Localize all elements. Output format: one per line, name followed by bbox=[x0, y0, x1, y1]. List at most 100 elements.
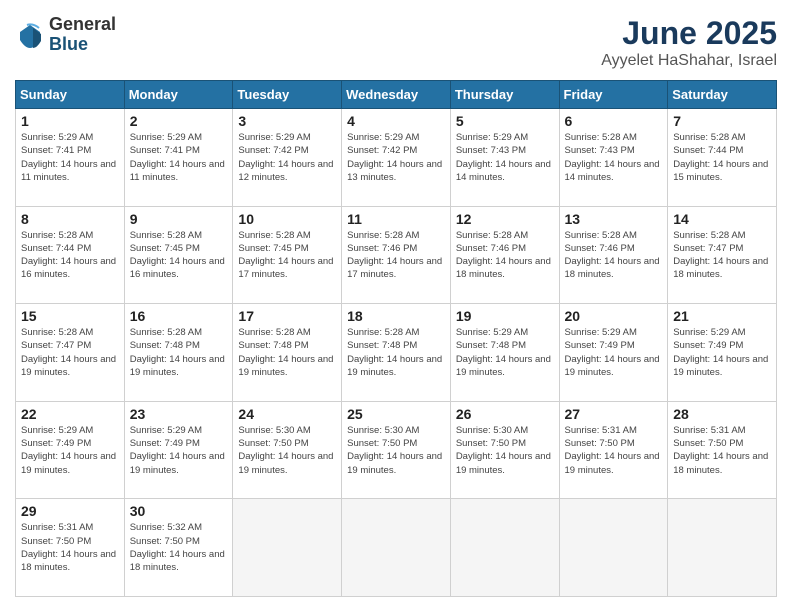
table-row: 17 Sunrise: 5:28 AMSunset: 7:48 PMDaylig… bbox=[233, 304, 342, 402]
col-monday: Monday bbox=[124, 81, 233, 109]
logo-icon bbox=[15, 20, 45, 50]
day-info: Sunrise: 5:30 AMSunset: 7:50 PMDaylight:… bbox=[238, 425, 333, 476]
day-info: Sunrise: 5:29 AMSunset: 7:49 PMDaylight:… bbox=[21, 425, 116, 476]
table-row: 22 Sunrise: 5:29 AMSunset: 7:49 PMDaylig… bbox=[16, 401, 125, 499]
day-number: 16 bbox=[130, 308, 228, 324]
day-number: 19 bbox=[456, 308, 554, 324]
day-number: 1 bbox=[21, 113, 119, 129]
day-info: Sunrise: 5:28 AMSunset: 7:45 PMDaylight:… bbox=[130, 230, 225, 281]
day-number: 17 bbox=[238, 308, 336, 324]
day-info: Sunrise: 5:28 AMSunset: 7:47 PMDaylight:… bbox=[673, 230, 768, 281]
table-row bbox=[559, 499, 668, 597]
day-number: 9 bbox=[130, 211, 228, 227]
table-row: 30 Sunrise: 5:32 AMSunset: 7:50 PMDaylig… bbox=[124, 499, 233, 597]
table-row: 27 Sunrise: 5:31 AMSunset: 7:50 PMDaylig… bbox=[559, 401, 668, 499]
day-info: Sunrise: 5:28 AMSunset: 7:44 PMDaylight:… bbox=[21, 230, 116, 281]
day-number: 24 bbox=[238, 406, 336, 422]
table-row: 24 Sunrise: 5:30 AMSunset: 7:50 PMDaylig… bbox=[233, 401, 342, 499]
day-number: 13 bbox=[565, 211, 663, 227]
table-row: 15 Sunrise: 5:28 AMSunset: 7:47 PMDaylig… bbox=[16, 304, 125, 402]
col-thursday: Thursday bbox=[450, 81, 559, 109]
table-row: 8 Sunrise: 5:28 AMSunset: 7:44 PMDayligh… bbox=[16, 206, 125, 304]
header: General Blue June 2025 Ayyelet HaShahar,… bbox=[15, 15, 777, 70]
table-row: 14 Sunrise: 5:28 AMSunset: 7:47 PMDaylig… bbox=[668, 206, 777, 304]
day-number: 29 bbox=[21, 503, 119, 519]
day-info: Sunrise: 5:29 AMSunset: 7:42 PMDaylight:… bbox=[238, 132, 333, 183]
logo-text: General Blue bbox=[49, 15, 116, 55]
day-info: Sunrise: 5:31 AMSunset: 7:50 PMDaylight:… bbox=[21, 522, 116, 573]
table-row: 10 Sunrise: 5:28 AMSunset: 7:45 PMDaylig… bbox=[233, 206, 342, 304]
day-info: Sunrise: 5:28 AMSunset: 7:46 PMDaylight:… bbox=[565, 230, 660, 281]
table-row: 5 Sunrise: 5:29 AMSunset: 7:43 PMDayligh… bbox=[450, 109, 559, 207]
page: General Blue June 2025 Ayyelet HaShahar,… bbox=[0, 0, 792, 612]
calendar-table: Sunday Monday Tuesday Wednesday Thursday… bbox=[15, 80, 777, 597]
col-sunday: Sunday bbox=[16, 81, 125, 109]
day-info: Sunrise: 5:28 AMSunset: 7:48 PMDaylight:… bbox=[238, 327, 333, 378]
logo-blue-text: Blue bbox=[49, 35, 116, 55]
day-info: Sunrise: 5:28 AMSunset: 7:48 PMDaylight:… bbox=[347, 327, 442, 378]
day-info: Sunrise: 5:30 AMSunset: 7:50 PMDaylight:… bbox=[456, 425, 551, 476]
day-info: Sunrise: 5:28 AMSunset: 7:48 PMDaylight:… bbox=[130, 327, 225, 378]
day-number: 8 bbox=[21, 211, 119, 227]
day-info: Sunrise: 5:29 AMSunset: 7:42 PMDaylight:… bbox=[347, 132, 442, 183]
col-tuesday: Tuesday bbox=[233, 81, 342, 109]
day-number: 30 bbox=[130, 503, 228, 519]
day-info: Sunrise: 5:28 AMSunset: 7:46 PMDaylight:… bbox=[456, 230, 551, 281]
day-info: Sunrise: 5:31 AMSunset: 7:50 PMDaylight:… bbox=[673, 425, 768, 476]
day-number: 4 bbox=[347, 113, 445, 129]
day-info: Sunrise: 5:29 AMSunset: 7:49 PMDaylight:… bbox=[130, 425, 225, 476]
day-info: Sunrise: 5:29 AMSunset: 7:41 PMDaylight:… bbox=[130, 132, 225, 183]
table-row: 12 Sunrise: 5:28 AMSunset: 7:46 PMDaylig… bbox=[450, 206, 559, 304]
day-info: Sunrise: 5:28 AMSunset: 7:47 PMDaylight:… bbox=[21, 327, 116, 378]
table-row: 21 Sunrise: 5:29 AMSunset: 7:49 PMDaylig… bbox=[668, 304, 777, 402]
day-number: 23 bbox=[130, 406, 228, 422]
table-row: 3 Sunrise: 5:29 AMSunset: 7:42 PMDayligh… bbox=[233, 109, 342, 207]
day-number: 3 bbox=[238, 113, 336, 129]
table-row bbox=[668, 499, 777, 597]
month-title: June 2025 bbox=[601, 15, 777, 52]
col-friday: Friday bbox=[559, 81, 668, 109]
location: Ayyelet HaShahar, Israel bbox=[601, 52, 777, 70]
day-number: 5 bbox=[456, 113, 554, 129]
table-row: 16 Sunrise: 5:28 AMSunset: 7:48 PMDaylig… bbox=[124, 304, 233, 402]
day-info: Sunrise: 5:28 AMSunset: 7:44 PMDaylight:… bbox=[673, 132, 768, 183]
day-info: Sunrise: 5:29 AMSunset: 7:49 PMDaylight:… bbox=[673, 327, 768, 378]
calendar-week-row: 8 Sunrise: 5:28 AMSunset: 7:44 PMDayligh… bbox=[16, 206, 777, 304]
calendar-week-row: 1 Sunrise: 5:29 AMSunset: 7:41 PMDayligh… bbox=[16, 109, 777, 207]
logo-general-text: General bbox=[49, 15, 116, 35]
day-info: Sunrise: 5:29 AMSunset: 7:48 PMDaylight:… bbox=[456, 327, 551, 378]
table-row bbox=[450, 499, 559, 597]
table-row: 13 Sunrise: 5:28 AMSunset: 7:46 PMDaylig… bbox=[559, 206, 668, 304]
table-row: 11 Sunrise: 5:28 AMSunset: 7:46 PMDaylig… bbox=[342, 206, 451, 304]
table-row bbox=[233, 499, 342, 597]
table-row: 9 Sunrise: 5:28 AMSunset: 7:45 PMDayligh… bbox=[124, 206, 233, 304]
day-info: Sunrise: 5:30 AMSunset: 7:50 PMDaylight:… bbox=[347, 425, 442, 476]
day-number: 22 bbox=[21, 406, 119, 422]
table-row: 26 Sunrise: 5:30 AMSunset: 7:50 PMDaylig… bbox=[450, 401, 559, 499]
day-info: Sunrise: 5:28 AMSunset: 7:43 PMDaylight:… bbox=[565, 132, 660, 183]
table-row: 28 Sunrise: 5:31 AMSunset: 7:50 PMDaylig… bbox=[668, 401, 777, 499]
table-row: 18 Sunrise: 5:28 AMSunset: 7:48 PMDaylig… bbox=[342, 304, 451, 402]
day-number: 28 bbox=[673, 406, 771, 422]
table-row: 7 Sunrise: 5:28 AMSunset: 7:44 PMDayligh… bbox=[668, 109, 777, 207]
table-row: 25 Sunrise: 5:30 AMSunset: 7:50 PMDaylig… bbox=[342, 401, 451, 499]
table-row bbox=[342, 499, 451, 597]
calendar-header-row: Sunday Monday Tuesday Wednesday Thursday… bbox=[16, 81, 777, 109]
day-number: 12 bbox=[456, 211, 554, 227]
col-saturday: Saturday bbox=[668, 81, 777, 109]
title-block: June 2025 Ayyelet HaShahar, Israel bbox=[601, 15, 777, 70]
day-info: Sunrise: 5:32 AMSunset: 7:50 PMDaylight:… bbox=[130, 522, 225, 573]
logo: General Blue bbox=[15, 15, 116, 55]
day-number: 6 bbox=[565, 113, 663, 129]
calendar-week-row: 29 Sunrise: 5:31 AMSunset: 7:50 PMDaylig… bbox=[16, 499, 777, 597]
day-number: 18 bbox=[347, 308, 445, 324]
table-row: 6 Sunrise: 5:28 AMSunset: 7:43 PMDayligh… bbox=[559, 109, 668, 207]
day-number: 21 bbox=[673, 308, 771, 324]
table-row: 19 Sunrise: 5:29 AMSunset: 7:48 PMDaylig… bbox=[450, 304, 559, 402]
table-row: 1 Sunrise: 5:29 AMSunset: 7:41 PMDayligh… bbox=[16, 109, 125, 207]
day-info: Sunrise: 5:31 AMSunset: 7:50 PMDaylight:… bbox=[565, 425, 660, 476]
col-wednesday: Wednesday bbox=[342, 81, 451, 109]
calendar-week-row: 22 Sunrise: 5:29 AMSunset: 7:49 PMDaylig… bbox=[16, 401, 777, 499]
day-number: 2 bbox=[130, 113, 228, 129]
day-number: 25 bbox=[347, 406, 445, 422]
